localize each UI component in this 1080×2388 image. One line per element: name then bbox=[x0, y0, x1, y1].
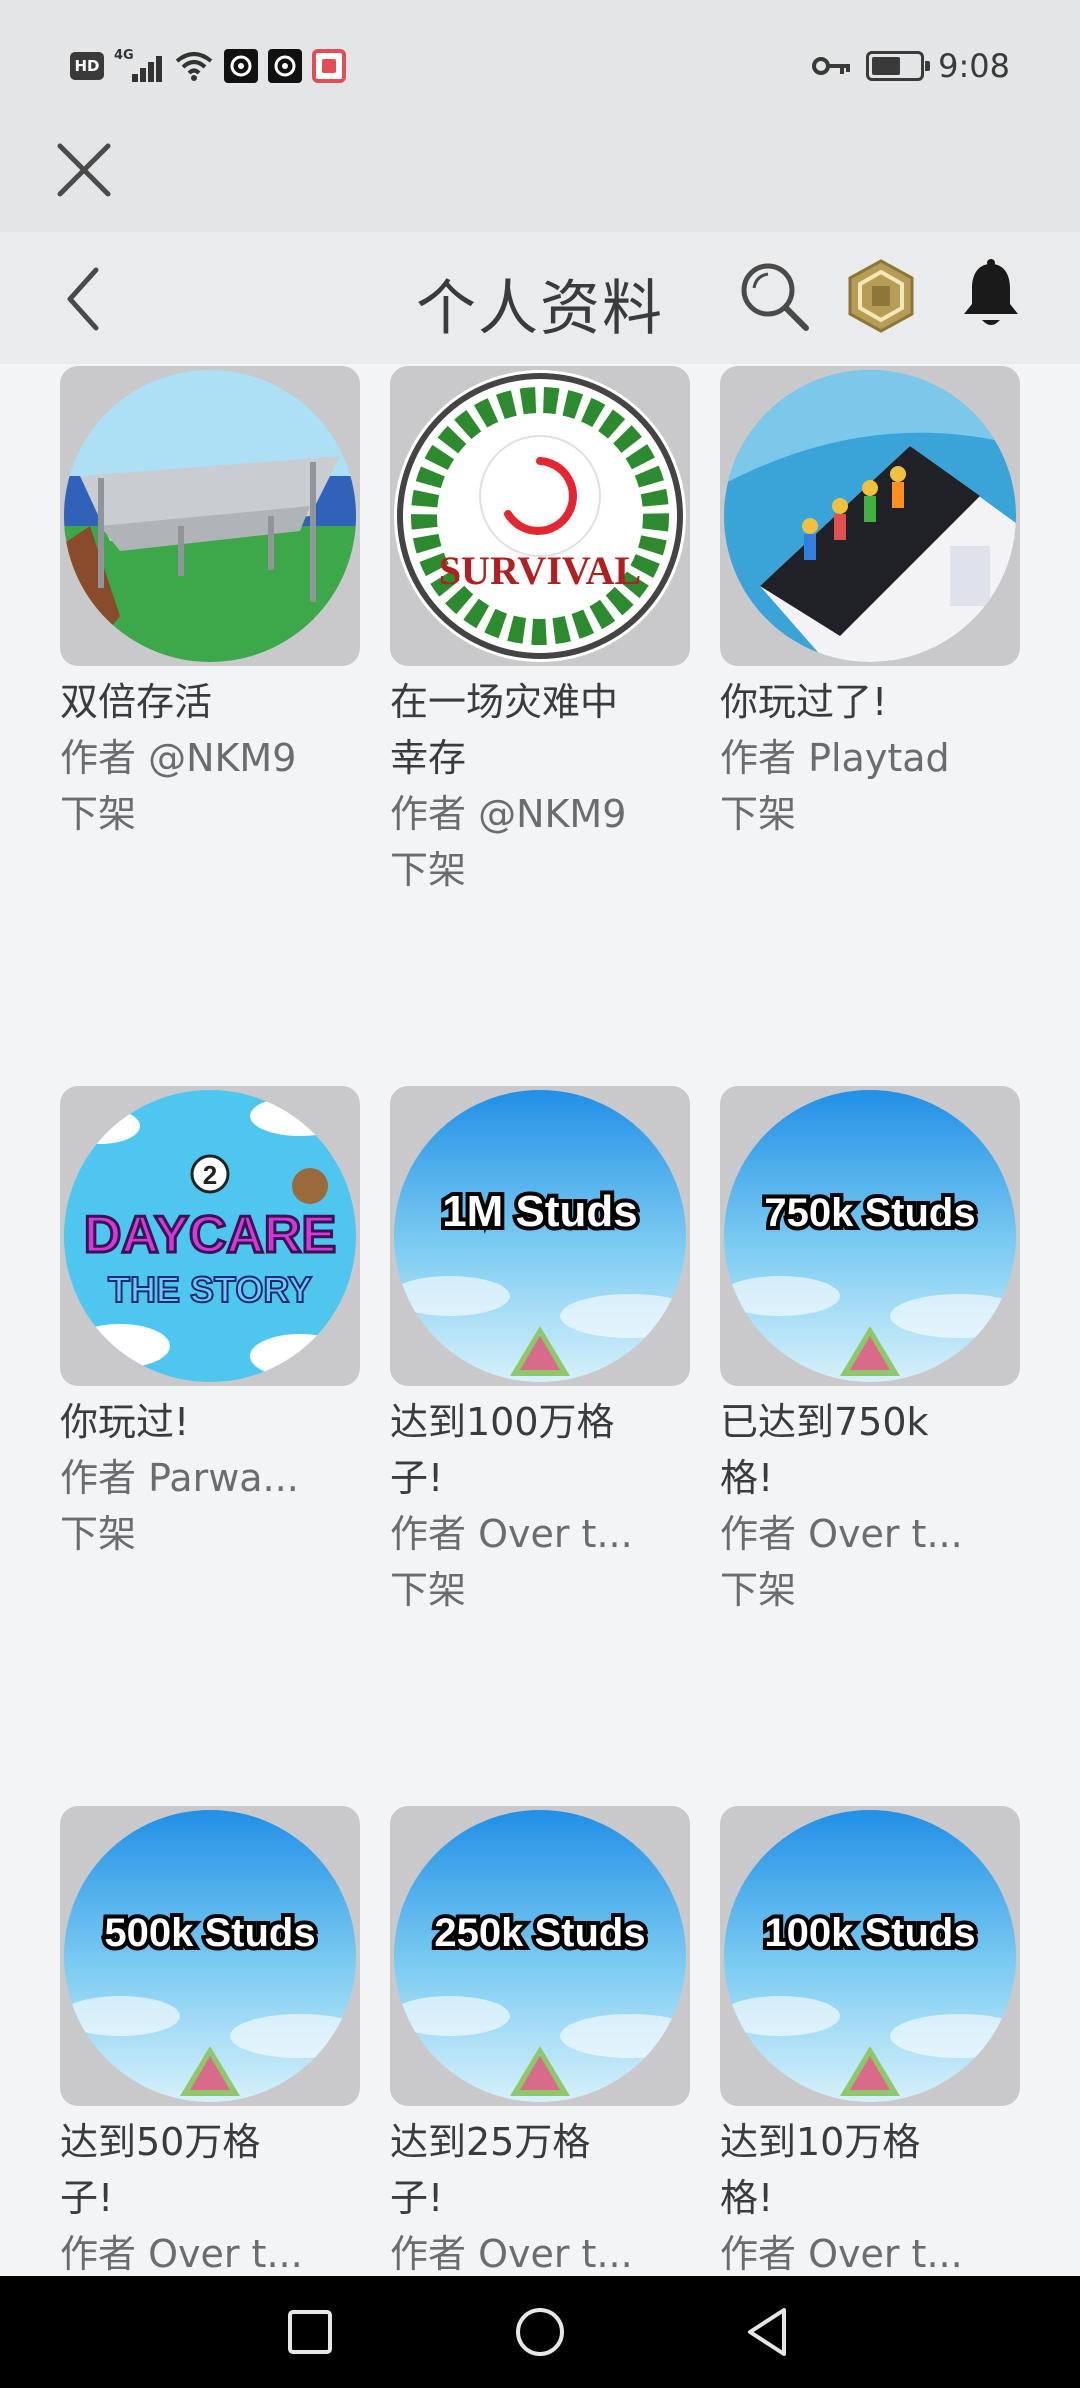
badge-card[interactable]: 双倍存活 作者 @NKM9 下架 bbox=[60, 366, 360, 842]
badge-title-line: 在一场灾难中 bbox=[390, 680, 619, 724]
network-label: 4G bbox=[114, 48, 134, 63]
badge-thumbnail bbox=[720, 366, 1020, 666]
badge-card[interactable]: 500k Studs 达到50万格 子! 作者 Over t... bbox=[60, 1806, 360, 2276]
badge-thumbnail: 1M Studs bbox=[390, 1086, 690, 1386]
studs-text: 250k Studs bbox=[434, 1911, 645, 1955]
battery-icon bbox=[866, 51, 931, 81]
daycare-subtext: THE STORY bbox=[108, 1269, 312, 1310]
status-left-icons: HD 4G bbox=[70, 46, 346, 86]
badge-creator[interactable]: 作者 Playtad bbox=[720, 730, 1020, 786]
page-header: 个人资料 bbox=[0, 232, 1080, 364]
badge-title-line: 双倍存活 bbox=[60, 680, 213, 724]
badge-title-line: 子! bbox=[390, 2176, 444, 2220]
badge-status: 下架 bbox=[720, 1568, 797, 1612]
badge-title: 你玩过! bbox=[60, 1394, 360, 1450]
badge-title: 达到25万格 子! bbox=[390, 2114, 690, 2226]
badge-creator[interactable]: 作者 @NKM9 bbox=[390, 786, 690, 842]
bell-icon[interactable] bbox=[960, 258, 1022, 332]
signal-icon: 4G bbox=[114, 48, 164, 84]
badge-title-line: 格! bbox=[720, 2176, 774, 2220]
status-bar: HD 4G 9:08 bbox=[0, 0, 1080, 130]
badge-title: 达到100万格 子! bbox=[390, 1394, 690, 1506]
badge-title-line: 已达到750k bbox=[720, 1400, 929, 1444]
studs-text: 500k Studs bbox=[104, 1911, 315, 1955]
badge-title: 在一场灾难中 幸存 bbox=[390, 674, 690, 786]
badge-title: 双倍存活 bbox=[60, 674, 360, 730]
badge-thumbnail: SURVIVAL bbox=[390, 366, 690, 666]
studs-text: 100k Studs bbox=[764, 1911, 975, 1955]
key-icon bbox=[812, 57, 851, 75]
badge-status: 下架 bbox=[390, 848, 467, 892]
recents-square-icon[interactable] bbox=[280, 2302, 340, 2362]
badge-creator[interactable]: 作者 Over t... bbox=[60, 2226, 360, 2276]
badge-status: 下架 bbox=[720, 792, 797, 836]
badge-thumbnail: 750k Studs bbox=[720, 1086, 1020, 1386]
badge-thumbnail: 2 DAYCARE THE STORY bbox=[60, 1086, 360, 1386]
badge-title: 达到50万格 子! bbox=[60, 2114, 360, 2226]
badge-creator[interactable]: 作者 Over t... bbox=[390, 1506, 690, 1562]
page-title: 个人资料 bbox=[416, 274, 664, 344]
hd-label: HD bbox=[74, 57, 100, 75]
badge-card[interactable]: 你玩过了! 作者 Playtad 下架 bbox=[720, 366, 1020, 842]
app-icon bbox=[312, 49, 346, 83]
robux-icon[interactable] bbox=[846, 258, 916, 334]
badge-title-line: 达到100万格 bbox=[390, 1400, 615, 1444]
badge-creator[interactable]: 作者 Over t... bbox=[390, 2226, 690, 2276]
app-icon bbox=[224, 49, 258, 83]
hd-icon: HD bbox=[70, 52, 104, 80]
clock: 9:08 bbox=[938, 47, 1010, 85]
badge-card[interactable]: 1M Studs 达到100万格 子! 作者 Over t... 下架 bbox=[390, 1086, 690, 1618]
badge-thumbnail bbox=[60, 366, 360, 666]
badge-card[interactable]: 2 DAYCARE THE STORY 你玩过! 作者 Parwa... 下架 bbox=[60, 1086, 360, 1562]
back-triangle-icon[interactable] bbox=[740, 2302, 800, 2362]
wifi-icon bbox=[175, 52, 213, 81]
badge-title-line: 幸存 bbox=[390, 736, 467, 780]
badge-grid: 双倍存活 作者 @NKM9 下架 SURVIVAL 在一场灾难中 幸存 作者 @… bbox=[0, 364, 1080, 2276]
badge-status: 下架 bbox=[60, 1512, 137, 1556]
badge-creator[interactable]: 作者 Over t... bbox=[720, 2226, 1020, 2276]
badge-card[interactable]: 100k Studs 达到10万格 格! 作者 Over t... bbox=[720, 1806, 1020, 2276]
badge-title: 你玩过了! bbox=[720, 674, 1020, 730]
badge-status: 下架 bbox=[390, 1568, 467, 1612]
badge-title-line: 格! bbox=[720, 1456, 774, 1500]
home-circle-icon[interactable] bbox=[510, 2302, 570, 2362]
daycare-number: 2 bbox=[203, 1160, 217, 1190]
badge-title: 达到10万格 格! bbox=[720, 2114, 1020, 2226]
studs-text: 1M Studs bbox=[442, 1187, 638, 1236]
close-bar bbox=[0, 130, 1080, 232]
badge-thumbnail: 500k Studs bbox=[60, 1806, 360, 2106]
badge-title-line: 子! bbox=[60, 2176, 114, 2220]
badge-title: 已达到750k 格! bbox=[720, 1394, 1020, 1506]
badge-title-line: 达到25万格 bbox=[390, 2120, 591, 2164]
badge-title-line: 你玩过了! bbox=[720, 680, 888, 724]
status-right-icons: 9:08 bbox=[812, 46, 1010, 86]
badge-card[interactable]: 750k Studs 已达到750k 格! 作者 Over t... 下架 bbox=[720, 1086, 1020, 1618]
close-icon[interactable] bbox=[54, 140, 114, 200]
app-icon bbox=[268, 49, 302, 83]
studs-text: 750k Studs bbox=[764, 1191, 975, 1235]
badge-creator[interactable]: 作者 Over t... bbox=[720, 1506, 1020, 1562]
badge-card[interactable]: SURVIVAL 在一场灾难中 幸存 作者 @NKM9 下架 bbox=[390, 366, 690, 898]
badge-status: 下架 bbox=[60, 792, 137, 836]
badge-card[interactable]: 250k Studs 达到25万格 子! 作者 Over t... bbox=[390, 1806, 690, 2276]
badge-creator[interactable]: 作者 Parwa... bbox=[60, 1450, 360, 1506]
badge-title-line: 达到50万格 bbox=[60, 2120, 261, 2164]
badge-thumbnail: 100k Studs bbox=[720, 1806, 1020, 2106]
badge-thumbnail: 250k Studs bbox=[390, 1806, 690, 2106]
badge-title-line: 你玩过! bbox=[60, 1400, 190, 1444]
badge-title-line: 子! bbox=[390, 1456, 444, 1500]
badge-creator[interactable]: 作者 @NKM9 bbox=[60, 730, 360, 786]
search-icon[interactable] bbox=[738, 260, 812, 334]
system-nav-bar bbox=[0, 2276, 1080, 2388]
daycare-text: DAYCARE bbox=[84, 1206, 336, 1264]
badge-title-line: 达到10万格 bbox=[720, 2120, 921, 2164]
